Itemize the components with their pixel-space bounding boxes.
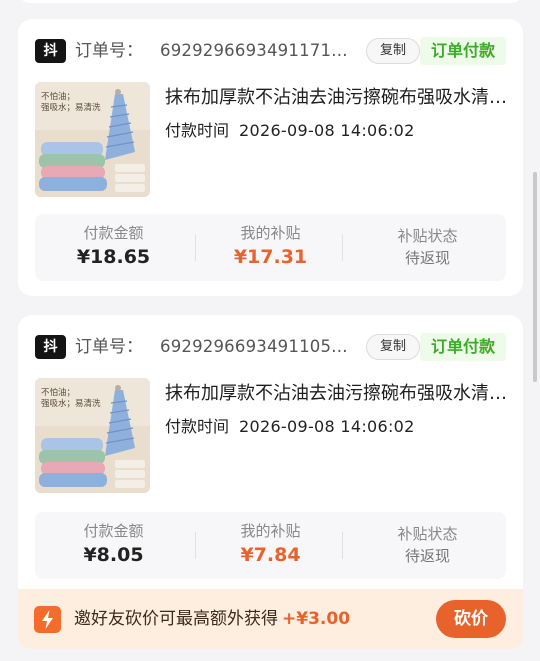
order-number: 6929296693491171194 xyxy=(160,41,355,60)
product-title[interactable]: 抹布加厚款不沾油去油污擦碗布强吸水清洁抹布 xyxy=(165,85,507,111)
invite-bonus: +¥3.00 xyxy=(282,609,351,629)
payment-time: 付款时间 2026-09-08 14:06:02 xyxy=(165,119,415,143)
my-subsidy-value: ¥17.31 xyxy=(233,246,308,268)
invite-message: 邀好友砍价可最高额外获得 xyxy=(74,609,278,629)
thumbnail-caption: 不怕油； 强吸水；易清洗 xyxy=(41,92,101,113)
payment-time-value: 2026-09-08 14:06:02 xyxy=(239,121,415,140)
invite-text: 邀好友砍价可最高额外获得 +¥3.00 xyxy=(74,606,350,633)
payment-time-label: 付款时间 xyxy=(165,417,230,436)
previous-card-edge xyxy=(18,0,523,3)
copy-button[interactable]: 复制 xyxy=(366,38,420,64)
copy-button[interactable]: 复制 xyxy=(366,334,420,360)
subsidy-status: 补贴状态 待返现 xyxy=(349,512,506,579)
order-stats: 付款金额 ¥18.65 我的补贴 ¥17.31 补贴状态 待返现 xyxy=(35,214,506,281)
order-stats: 付款金额 ¥8.05 我的补贴 ¥7.84 补贴状态 待返现 xyxy=(35,512,506,579)
divider xyxy=(342,234,343,261)
order-number-label: 订单号： xyxy=(75,41,143,61)
invite-bargain-banner: 邀好友砍价可最高额外获得 +¥3.00 砍价 xyxy=(18,589,523,649)
order-status-badge: 订单付款 xyxy=(420,37,506,65)
my-subsidy: 我的补贴 ¥7.84 xyxy=(192,512,349,579)
subsidy-status-label: 补贴状态 xyxy=(397,525,458,543)
order-number-label: 订单号： xyxy=(75,337,143,357)
payment-amount-value: ¥18.65 xyxy=(76,246,151,268)
order-header: 抖 订单号： 6929296693491171194 复制 订单付款 xyxy=(35,37,506,65)
my-subsidy: 我的补贴 ¥17.31 xyxy=(192,214,349,281)
payment-amount-label: 付款金额 xyxy=(83,522,144,540)
payment-amount-value: ¥8.05 xyxy=(83,544,144,566)
payment-amount: 付款金额 ¥18.65 xyxy=(35,214,192,281)
order-card[interactable]: 抖 订单号： 6929296693491171194 复制 订单付款 不怕油； … xyxy=(18,19,523,296)
order-status-badge: 订单付款 xyxy=(420,333,506,361)
subsidy-status-value: 待返现 xyxy=(404,249,450,267)
payment-time-label: 付款时间 xyxy=(165,121,230,140)
lightning-icon xyxy=(34,606,61,633)
thumbnail-caption: 不怕油； 强吸水；易清洗 xyxy=(41,388,101,409)
payment-amount: 付款金额 ¥8.05 xyxy=(35,512,192,579)
payment-time: 付款时间 2026-09-08 14:06:02 xyxy=(165,415,415,439)
my-subsidy-value: ¥7.84 xyxy=(240,544,301,566)
subsidy-status: 补贴状态 待返现 xyxy=(349,214,506,281)
divider xyxy=(342,532,343,559)
order-header: 抖 订单号： 6929296693491105600 复制 订单付款 xyxy=(35,333,506,361)
my-subsidy-label: 我的补贴 xyxy=(240,522,301,540)
subsidy-status-label: 补贴状态 xyxy=(397,227,458,245)
order-number: 6929296693491105600 xyxy=(160,337,355,356)
order-card[interactable]: 抖 订单号： 6929296693491105600 复制 订单付款 不怕油； … xyxy=(18,315,523,615)
product-thumbnail[interactable]: 不怕油； 强吸水；易清洗 xyxy=(35,378,150,493)
payment-time-value: 2026-09-08 14:06:02 xyxy=(239,417,415,436)
bargain-button[interactable]: 砍价 xyxy=(436,600,506,638)
payment-amount-label: 付款金额 xyxy=(83,224,144,242)
scrollbar[interactable] xyxy=(533,172,537,382)
product-thumbnail[interactable]: 不怕油； 强吸水；易清洗 xyxy=(35,82,150,197)
subsidy-status-value: 待返现 xyxy=(404,547,450,565)
my-subsidy-label: 我的补贴 xyxy=(240,224,301,242)
douyin-platform-icon: 抖 xyxy=(35,335,66,359)
douyin-platform-icon: 抖 xyxy=(35,39,66,63)
product-title[interactable]: 抹布加厚款不沾油去油污擦碗布强吸水清洁抹布 xyxy=(165,381,507,407)
